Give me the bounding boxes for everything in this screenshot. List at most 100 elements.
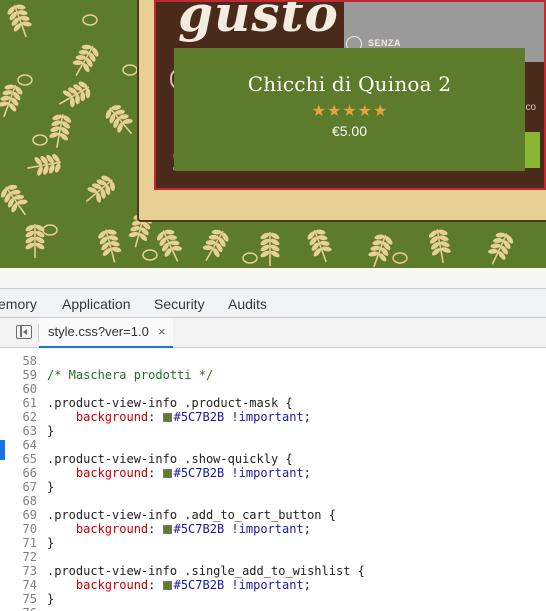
devtools-panel-tabs: emory Application Security Audits [0,288,546,318]
star-icon: ★ [373,101,388,120]
code-text[interactable]: background: #5C7B2B !important; [47,410,311,424]
code-text[interactable]: .product-view-info .add_to_cart_button { [47,508,336,522]
code-line[interactable]: 75} [0,592,546,606]
product-rating: ★ ★ ★ ★ ★ [312,102,388,120]
toggle-navigator-icon[interactable] [16,325,32,339]
line-number[interactable]: 66 [0,466,37,480]
code-line[interactable]: 65 .product-view-info .show-quickly { [0,452,546,466]
color-swatch-icon[interactable] [162,525,172,534]
line-number[interactable]: 60 [0,382,37,396]
code-line[interactable]: 61 .product-view-info .product-mask { [0,396,546,410]
page-bottom-strip [0,268,546,288]
color-swatch-icon[interactable] [162,469,172,478]
css-important: !important [231,522,304,536]
line-number[interactable]: 63 [0,424,37,438]
code-text[interactable]: background: #5C7B2B !important; [47,522,311,536]
code-text[interactable]: .product-view-info .product-mask { [47,396,293,410]
editor-file-tabs: style.css?ver=1.0 × [0,318,546,348]
code-line[interactable]: 71} [0,536,546,550]
css-value: #5C7B2B [173,466,225,480]
code-line[interactable]: 68 [0,494,546,508]
css-property: background [75,522,149,536]
code-text[interactable]: background: #5C7B2B !important; [47,578,311,592]
code-line[interactable]: 67} [0,480,546,494]
code-editor[interactable]: 58 59 /* Maschera prodotti */ 60 61 .product-… [0,348,546,611]
code-line[interactable]: 62 background: #5C7B2B !important; [0,410,546,424]
star-icon: ★ [311,101,326,120]
line-number[interactable]: 61 [0,396,37,410]
line-number[interactable]: 68 [0,494,37,508]
code-line[interactable]: 59 /* Maschera prodotti */ [0,368,546,382]
seed-decoration [122,64,138,76]
product-image-senza-text: SENZA [368,38,402,48]
css-important: !important [231,466,304,480]
line-number[interactable]: 70 [0,522,37,536]
code-text[interactable]: .product-view-info .single_add_to_wishli… [47,564,365,578]
code-line[interactable]: 60 [0,382,546,396]
file-tab-style-css[interactable]: style.css?ver=1.0 × [39,318,173,348]
seed-decoration [32,134,48,146]
product-mask[interactable]: Chicchi di Quinoa 2 ★ ★ ★ ★ ★ €5.00 [174,48,525,171]
code-line[interactable]: 72 [0,550,546,564]
code-text[interactable]: background: #5C7B2B !important; [47,466,311,480]
leaf-decoration [105,105,133,135]
product-image-co-text: co [525,102,536,113]
seed-decoration [17,74,33,86]
code-text[interactable]: .product-view-info .show-quickly { [47,452,293,466]
leaf-decoration [85,175,115,203]
leaf-decoration [202,229,229,261]
line-number[interactable]: 74 [0,578,37,592]
code-text[interactable]: } [47,424,54,438]
code-line[interactable]: 69 .product-view-info .add_to_cart_button… [0,508,546,522]
close-icon[interactable]: × [158,318,166,346]
code-text[interactable]: /* Maschera prodotti */ [47,368,213,382]
css-important: !important [231,578,304,592]
line-number[interactable]: 58 [0,354,37,368]
leaf-decoration [7,4,32,38]
line-number[interactable]: 71 [0,536,37,550]
code-line[interactable]: 70 background: #5C7B2B !important; [0,522,546,536]
line-number[interactable]: 64 [0,438,37,452]
website-preview: gusto SENZA co 2 Chicchi di Quinoa 2 ★★★… [0,0,546,268]
line-number[interactable]: 67 [0,480,37,494]
css-important: !important [231,410,304,424]
code-line[interactable]: 74 background: #5C7B2B !important; [0,578,546,592]
color-swatch-icon[interactable] [162,581,172,590]
tab-security[interactable]: Security [154,296,205,312]
line-number[interactable]: 65 [0,452,37,466]
tab-application[interactable]: Application [62,296,131,312]
leaf-decoration [428,229,451,263]
css-property: background [75,466,149,480]
code-line[interactable]: 63} [0,424,546,438]
tab-memory[interactable]: emory [0,296,37,312]
line-number[interactable]: 72 [0,550,37,564]
code-text[interactable]: } [47,536,54,550]
leaf-decoration [0,84,23,118]
code-text[interactable]: } [47,592,54,606]
code-line[interactable]: 73 .product-view-info .single_add_to_wish… [0,564,546,578]
file-tab-label: style.css?ver=1.0 [48,324,149,339]
css-property: background [75,410,149,424]
tab-audits[interactable]: Audits [228,296,267,312]
seed-decoration [242,252,258,264]
leaf-decoration [49,114,72,148]
line-number[interactable]: 59 [0,368,37,382]
color-swatch-icon[interactable] [162,413,172,422]
code-line[interactable]: 58 [0,354,546,368]
line-number[interactable]: 75 [0,592,37,606]
seed-decoration [142,249,158,261]
leaf-decoration [156,229,183,262]
line-number[interactable]: 76 [0,606,37,611]
leaf-decoration [260,232,280,266]
product-title[interactable]: Chicchi di Quinoa 2 [248,72,452,96]
code-text[interactable]: } [47,480,54,494]
line-number[interactable]: 62 [0,410,37,424]
leaf-decoration [25,224,45,258]
code-line[interactable]: 64 [0,438,546,452]
line-number[interactable]: 69 [0,508,37,522]
line-number[interactable]: 73 [0,564,37,578]
product-image-gusto-text: gusto [178,0,339,43]
code-line[interactable]: 66 background: #5C7B2B !important; [0,466,546,480]
code-line[interactable]: 76 [0,606,546,611]
seed-decoration [82,14,98,26]
